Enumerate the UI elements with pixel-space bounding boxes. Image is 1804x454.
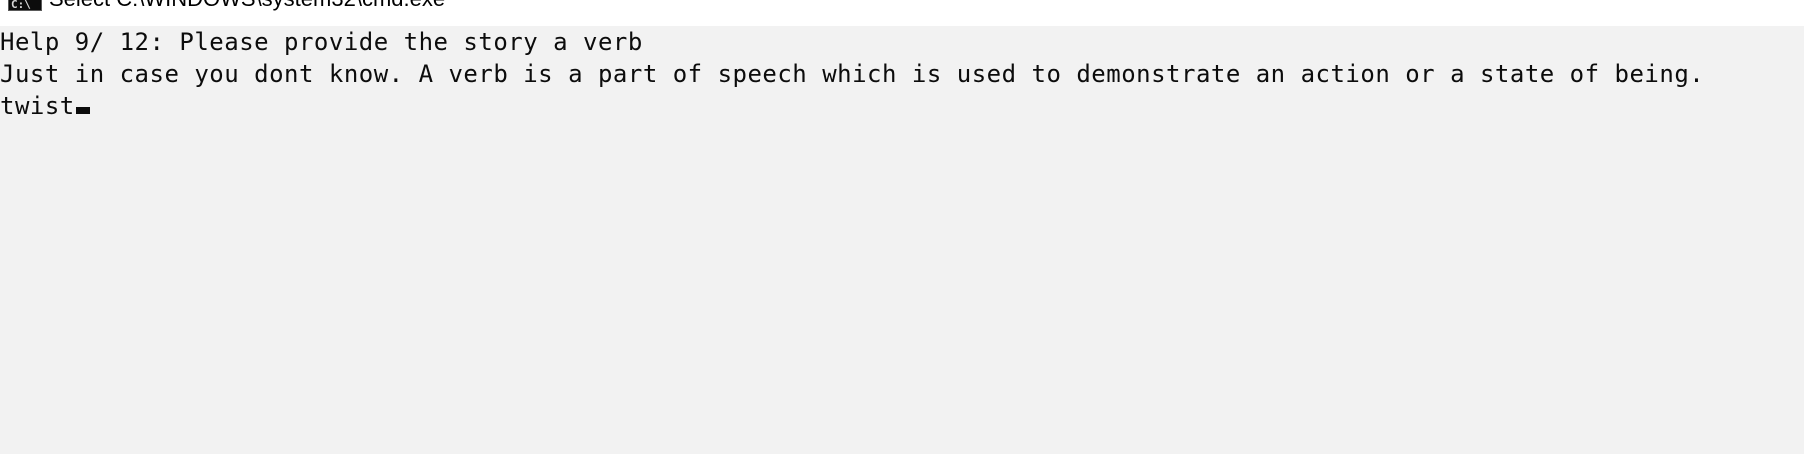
cmd-icon[interactable]: C:\ xyxy=(8,0,42,11)
console-input-line[interactable]: twist xyxy=(0,90,1804,122)
console-input-text: twist xyxy=(0,92,75,120)
console-line-hint: Just in case you dont know. A verb is a … xyxy=(0,60,1705,88)
text-cursor xyxy=(75,107,90,114)
console-line-prompt: Help 9/ 12: Please provide the story a v… xyxy=(0,28,643,56)
title-bar[interactable]: C:\ Select C:\WINDOWS\system32\cmd.exe xyxy=(0,0,1804,26)
window-title: Select C:\WINDOWS\system32\cmd.exe xyxy=(49,0,445,12)
cmd-icon-label: C:\ xyxy=(11,0,31,11)
console-output[interactable]: Help 9/ 12: Please provide the story a v… xyxy=(0,26,1804,454)
cmd-window: C:\ Select C:\WINDOWS\system32\cmd.exe H… xyxy=(0,0,1804,454)
